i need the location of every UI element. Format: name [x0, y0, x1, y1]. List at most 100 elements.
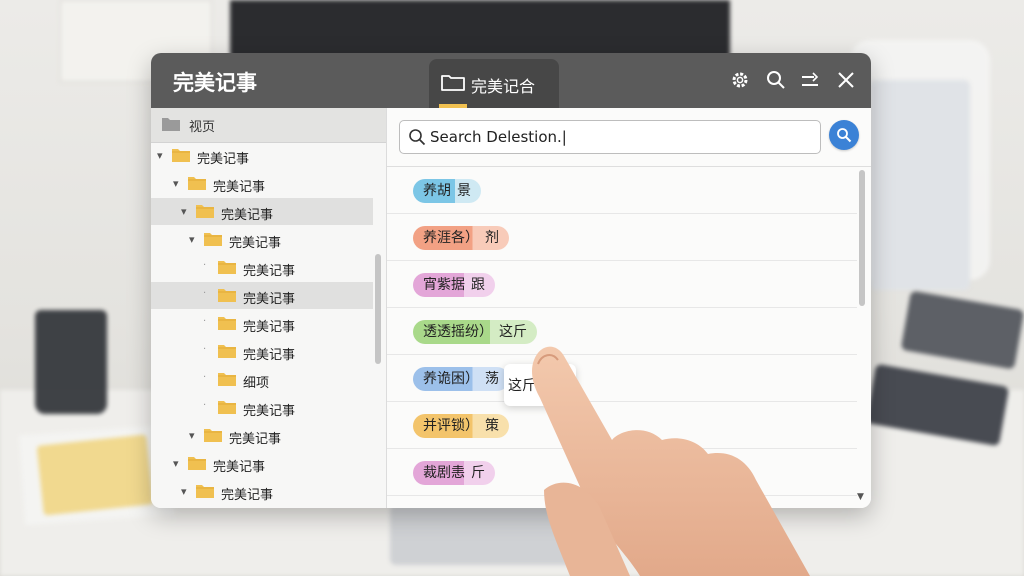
- sidebar-folder-label: 完美记事: [221, 488, 274, 503]
- tag-secondary-label: 荡: [485, 371, 499, 387]
- tag-pill[interactable]: 透透摇纷） 这斤: [413, 320, 537, 344]
- sidebar-folder-label: 完美记事: [229, 432, 282, 447]
- search-icon: [837, 128, 852, 143]
- tag-label: 养诡困）: [423, 371, 479, 387]
- close-icon[interactable]: [835, 69, 857, 91]
- app-title: 完美记事: [173, 71, 257, 95]
- sidebar: 视页 ▾ 完美记事 ▾ 完美记事 ▾ 完美记事 ▾ 完美记事 · 完美记事 · 完美记事 · 完美记事 · 完…: [151, 108, 387, 508]
- chevron-down-icon[interactable]: ▾: [173, 457, 183, 470]
- tree-connector-icon: ·: [203, 372, 207, 383]
- tag-label: 并评锁）: [423, 418, 479, 434]
- folder-icon: [188, 457, 206, 470]
- tag-label: 裁剧恚: [423, 465, 465, 481]
- sidebar-folder-label: 完美记事: [243, 404, 296, 419]
- sidebar-folder-label: 完美记事: [197, 152, 250, 167]
- sidebar-folder-item[interactable]: ▾ 完美记事: [151, 142, 373, 169]
- tree-connector-icon: ·: [203, 344, 207, 355]
- sidebar-folder-label: 完美记事: [243, 348, 296, 363]
- sidebar-folder-item[interactable]: ▾ 完美记事: [151, 450, 373, 477]
- sidebar-folder-item[interactable]: · 细项: [151, 366, 373, 393]
- titlebar: 完美记事 完美记合: [151, 53, 871, 108]
- sidebar-folder-item[interactable]: ▾ 完美记事: [151, 170, 373, 197]
- chevron-down-icon[interactable]: ▾: [181, 485, 191, 498]
- tag-secondary-label: 斤: [471, 465, 485, 481]
- sidebar-folder-item[interactable]: · 完美记事: [151, 310, 373, 337]
- tag-secondary-label: 跟: [471, 277, 485, 293]
- folder-icon: [218, 289, 236, 302]
- gear-icon[interactable]: [729, 69, 751, 91]
- tree-connector-icon: ·: [203, 288, 207, 299]
- tree-connector-icon: ·: [203, 316, 207, 327]
- folder-icon: [218, 373, 236, 386]
- folder-icon: [218, 401, 236, 414]
- folder-icon: [188, 177, 206, 190]
- folder-icon: [196, 485, 214, 498]
- search-icon: [409, 129, 426, 146]
- tag-pill[interactable]: 养胡景: [413, 179, 481, 203]
- sidebar-folder-item[interactable]: ▾ 完美记事: [151, 422, 373, 449]
- tag-label: 宵紫据: [423, 277, 465, 293]
- tag-label: 养胡: [423, 183, 451, 199]
- chevron-down-icon[interactable]: ▾: [189, 233, 199, 246]
- folder-icon: [218, 317, 236, 330]
- sidebar-folder-label: 完美记事: [213, 460, 266, 475]
- scroll-down-arrow-icon[interactable]: ▼: [857, 492, 864, 502]
- note-list-scrollbar[interactable]: [859, 170, 865, 306]
- search-button[interactable]: [829, 120, 859, 150]
- sidebar-folder-label: 完美记事: [243, 320, 296, 335]
- chevron-down-icon[interactable]: ▾: [189, 429, 199, 442]
- sidebar-folder-item[interactable]: ▾ 完美记事: [151, 478, 373, 505]
- folder-icon: [204, 429, 222, 442]
- note-list-item[interactable]: 宵紫据跟: [387, 261, 857, 308]
- tag-pill[interactable]: 养诡困） 荡: [413, 367, 509, 391]
- chevron-down-icon[interactable]: ▾: [181, 205, 191, 218]
- tag-secondary-label: 策: [485, 418, 499, 434]
- sidebar-folder-item[interactable]: · 完美记事: [151, 254, 373, 281]
- background-monitor: [230, 0, 730, 60]
- tag-secondary-label: 剂: [485, 230, 499, 246]
- note-list-item[interactable]: 养胡景: [387, 167, 857, 214]
- sidebar-header[interactable]: 视页: [151, 108, 386, 143]
- sidebar-folder-item[interactable]: · 完美记事: [151, 394, 373, 421]
- sidebar-folder-label: 完美记事: [243, 264, 296, 279]
- sidebar-header-label: 视页: [189, 120, 216, 135]
- chevron-down-icon[interactable]: ▾: [157, 149, 167, 162]
- sidebar-folder-item[interactable]: · 完美记事: [151, 282, 373, 309]
- tag-pill[interactable]: 裁剧恚斤: [413, 461, 495, 485]
- background-notebook: [900, 290, 1024, 370]
- search-value: Search Delestion.|: [430, 128, 567, 146]
- folder-icon: [218, 261, 236, 274]
- folder-icon: [172, 149, 190, 162]
- folder-icon: [196, 205, 214, 218]
- sidebar-folder-label: 完美记事: [243, 292, 296, 307]
- background-folder: [870, 80, 970, 290]
- sidebar-folder-item[interactable]: · 完美记事: [151, 338, 373, 365]
- tag-pill[interactable]: 养涯各） 剂: [413, 226, 509, 250]
- minimize-icon[interactable]: [799, 69, 821, 91]
- tag-secondary-label: 这斤: [499, 324, 527, 340]
- sidebar-folder-item[interactable]: ▾ 完美记事: [151, 226, 373, 253]
- background-sticky-pad: [36, 434, 154, 516]
- search-input[interactable]: Search Delestion.|: [399, 120, 821, 154]
- tab-label: 完美记合: [471, 77, 536, 96]
- tag-pill[interactable]: 并评锁） 策: [413, 414, 509, 438]
- folder-icon: [162, 118, 180, 131]
- sidebar-folder-label: 完美记事: [221, 208, 274, 223]
- sidebar-folder-label: 完美记事: [213, 180, 266, 195]
- sidebar-folder-label: 完美记事: [229, 236, 282, 251]
- sidebar-scrollbar[interactable]: [375, 254, 381, 364]
- folder-icon: [218, 345, 236, 358]
- sidebar-folder-label: 细项: [243, 376, 270, 391]
- note-list-item[interactable]: 养涯各） 剂: [387, 214, 857, 261]
- tag-pill[interactable]: 宵紫据跟: [413, 273, 495, 297]
- tab-notes[interactable]: 完美记合: [429, 59, 559, 108]
- chevron-down-icon[interactable]: ▾: [173, 177, 183, 190]
- tree-connector-icon: ·: [203, 400, 207, 411]
- folder-icon: [204, 233, 222, 246]
- tag-label: 养涯各）: [423, 230, 479, 246]
- background-pen-cup: [35, 310, 107, 414]
- tag-secondary-label: 景: [457, 183, 471, 199]
- sidebar-folder-item[interactable]: ▾ 完美记事: [151, 198, 373, 225]
- search-icon[interactable]: [765, 69, 787, 91]
- tag-label: 透透摇纷）: [423, 324, 493, 340]
